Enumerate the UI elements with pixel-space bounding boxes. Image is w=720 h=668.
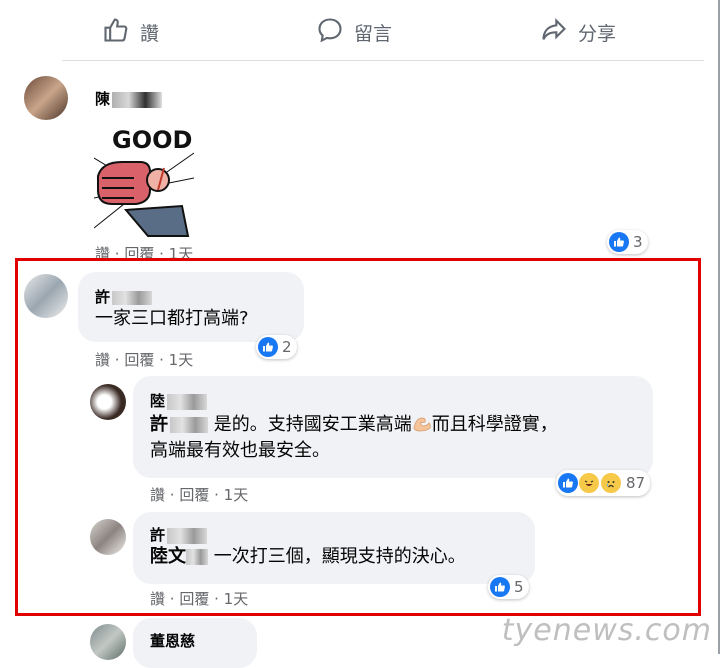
timestamp-link[interactable]: 1天: [224, 590, 249, 608]
like-reaction-icon: [490, 577, 510, 597]
comment-bubble-icon: [316, 16, 344, 49]
sticker-text: GOOD: [112, 126, 192, 154]
comment-text: 許 是的。支持國安工業高端 而且科學證實， 高端最有效也最安全。: [150, 414, 558, 461]
meta-separator: ·: [110, 351, 125, 369]
commenter-name[interactable]: 許: [95, 286, 153, 307]
watermark: tyenews.com: [501, 613, 712, 648]
reaction-count: 87: [626, 474, 646, 492]
commenter-name[interactable]: 董恩慈: [150, 630, 195, 651]
comment-meta: 讚 · 回覆 · 1天: [95, 349, 193, 370]
avatar[interactable]: [24, 274, 68, 318]
comment-text: 一家三口都打高端?: [95, 308, 249, 329]
commenter-name[interactable]: 陳: [95, 88, 163, 109]
meta-separator: ·: [154, 351, 169, 369]
share-arrow-icon: [540, 16, 568, 49]
like-link[interactable]: 讚: [150, 590, 165, 608]
avatar[interactable]: [90, 384, 126, 420]
reaction-count: 5: [514, 578, 524, 596]
reply-link[interactable]: 回覆: [179, 486, 209, 504]
like-reaction-icon: [258, 337, 278, 357]
share-action-label: 分享: [578, 22, 617, 45]
flexed-biceps-emoji-icon: [412, 414, 432, 432]
like-action-button[interactable]: 讚: [102, 12, 159, 52]
comment-action-label: 留言: [354, 22, 393, 45]
comment-text: 陸文 一次打三個，顯現支持的決心。: [150, 546, 466, 567]
commenter-name[interactable]: 許: [150, 524, 208, 545]
post-action-bar: 讚 留言 分享: [0, 0, 720, 62]
meta-separator: ·: [165, 486, 180, 504]
meta-separator: ·: [209, 486, 224, 504]
reply-link[interactable]: 回覆: [124, 351, 154, 369]
avatar[interactable]: [90, 519, 126, 555]
reaction-count: 2: [282, 338, 292, 356]
meta-separator: ·: [165, 590, 180, 608]
reaction-count-badge[interactable]: 87: [556, 470, 651, 496]
commenter-name[interactable]: 陸: [150, 390, 208, 411]
meta-separator: ·: [209, 590, 224, 608]
reply-link[interactable]: 回覆: [179, 590, 209, 608]
like-link[interactable]: 讚: [150, 486, 165, 504]
mention-tag[interactable]: 陸文: [150, 546, 208, 567]
timestamp-link[interactable]: 1天: [224, 486, 249, 504]
comment-meta: 讚 · 回覆 · 1天: [150, 588, 248, 609]
like-link[interactable]: 讚: [95, 351, 110, 369]
avatar[interactable]: [90, 624, 126, 660]
reaction-count-badge[interactable]: 5: [488, 575, 529, 599]
like-action-label: 讚: [140, 22, 160, 45]
reaction-count-badge[interactable]: 2: [256, 335, 297, 359]
reaction-count-badge[interactable]: 3: [607, 230, 648, 254]
crying-emoji-icon: [600, 472, 622, 494]
like-reaction-icon: [558, 473, 578, 493]
timestamp-link[interactable]: 1天: [169, 351, 194, 369]
comment-action-button[interactable]: 留言: [316, 12, 392, 52]
like-reaction-icon: [609, 232, 629, 252]
good-sticker-image[interactable]: GOOD: [94, 118, 194, 238]
avatar[interactable]: [24, 76, 68, 120]
thumbs-up-icon: [102, 16, 130, 49]
mention-tag[interactable]: 許: [150, 414, 208, 435]
laughing-emoji-icon: [578, 472, 600, 494]
share-action-button[interactable]: 分享: [540, 12, 616, 52]
reaction-count: 3: [633, 233, 643, 251]
comment-meta: 讚 · 回覆 · 1天: [150, 484, 248, 505]
action-divider: [62, 60, 704, 61]
